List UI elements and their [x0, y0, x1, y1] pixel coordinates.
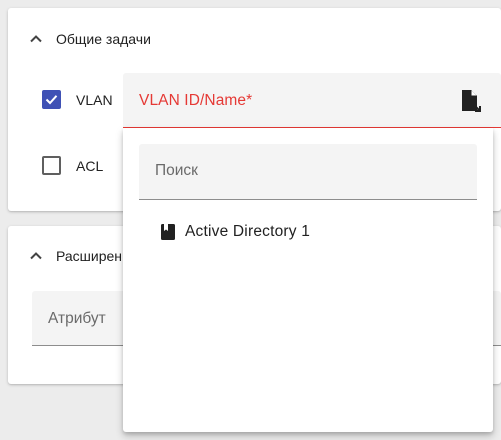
source-dropdown: Active Directory 1	[123, 128, 493, 432]
dropdown-option-label: Active Directory 1	[185, 223, 311, 240]
vlan-id-field-label: VLAN ID/Name*	[139, 92, 253, 109]
checkbox-row-vlan[interactable]: VLAN	[42, 90, 113, 109]
file-select-icon[interactable]	[459, 89, 481, 113]
vlan-checkbox[interactable]	[42, 90, 61, 109]
chevron-up-icon	[30, 35, 42, 43]
advanced-header[interactable]: Расширен	[26, 246, 122, 266]
dropdown-option[interactable]: Active Directory 1	[139, 216, 477, 248]
acl-checkbox[interactable]	[42, 156, 61, 175]
vlan-checkbox-label: VLAN	[76, 91, 113, 108]
acl-checkbox-label: ACL	[76, 157, 104, 174]
advanced-title: Расширен	[56, 248, 123, 264]
checkmark-icon	[45, 95, 58, 105]
general-tasks-header[interactable]: Общие задачи	[26, 29, 151, 49]
book-icon	[161, 224, 175, 240]
general-tasks-title: Общие задачи	[56, 31, 151, 47]
attribute-field-label: Атрибут	[48, 310, 106, 327]
vlan-id-field[interactable]: VLAN ID/Name*	[123, 73, 501, 128]
search-input[interactable]	[155, 162, 455, 180]
chevron-up-icon	[30, 252, 42, 260]
checkbox-row-acl[interactable]: ACL	[42, 156, 103, 175]
dropdown-search-field[interactable]	[139, 144, 477, 200]
